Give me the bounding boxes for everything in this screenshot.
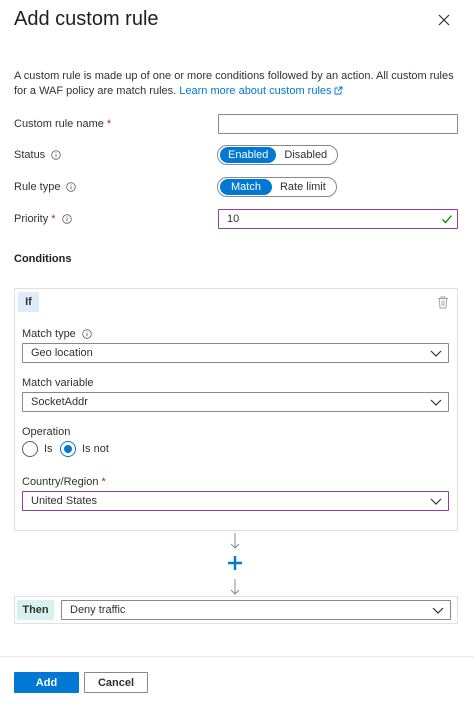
priority-label: Priority *: [14, 213, 72, 225]
match-type-dropdown[interactable]: Geo location: [22, 343, 449, 363]
add-button[interactable]: Add: [14, 672, 79, 693]
status-toggle: Enabled Disabled: [217, 145, 339, 165]
status-enabled-option[interactable]: Enabled: [220, 147, 277, 163]
operation-label: Operation: [22, 426, 70, 438]
rule-type-rate-limit-option[interactable]: Rate limit: [272, 179, 334, 195]
rule-type-label-text: Rule type: [14, 181, 61, 193]
operation-label-text: Operation: [22, 426, 71, 438]
rule-type-toggle: Match Rate limit: [217, 177, 337, 197]
operation-is-not-label: Is not: [82, 443, 109, 455]
learn-more-link[interactable]: Learn more about custom rules: [179, 85, 331, 97]
rule-type-match-option[interactable]: Match: [220, 179, 272, 195]
rule-name-input[interactable]: [218, 114, 458, 134]
status-label-text: Status: [14, 149, 46, 161]
conditions-heading: Conditions: [14, 253, 72, 265]
match-variable-label-text: Match variable: [22, 377, 94, 389]
required-mark: *: [106, 118, 112, 130]
close-icon[interactable]: [434, 10, 454, 30]
country-value: United States: [31, 495, 98, 507]
status-label: Status: [14, 149, 61, 161]
chevron-down-icon: [430, 350, 442, 357]
radio-button[interactable]: [22, 441, 38, 457]
status-disabled-option[interactable]: Disabled: [276, 147, 335, 163]
priority-label-text: Priority: [14, 213, 49, 225]
if-badge: If: [18, 292, 39, 312]
priority-input[interactable]: [218, 209, 458, 229]
panel-title: Add custom rule: [14, 8, 159, 30]
chevron-down-icon: [430, 399, 442, 406]
arrow-down-icon: [230, 579, 240, 595]
panel-description: A custom rule is made up of one or more …: [14, 69, 462, 99]
match-type-value: Geo location: [31, 347, 93, 359]
match-variable-label: Match variable: [22, 377, 94, 389]
rule-type-label: Rule type: [14, 181, 77, 193]
trash-icon[interactable]: [437, 296, 449, 309]
info-icon[interactable]: [61, 214, 72, 224]
required-mark: *: [101, 476, 106, 488]
info-icon[interactable]: [82, 329, 92, 339]
match-variable-value: SocketAddr: [31, 396, 88, 408]
checkmark-icon: [442, 215, 452, 224]
country-dropdown[interactable]: United States: [22, 491, 449, 511]
then-badge: Then: [17, 600, 54, 620]
info-icon[interactable]: [66, 182, 77, 192]
info-icon[interactable]: [51, 150, 61, 160]
radio-button-selected[interactable]: [60, 441, 76, 457]
cancel-button[interactable]: Cancel: [84, 672, 148, 693]
rule-name-label: Custom rule name *: [14, 118, 111, 130]
operation-is-radio[interactable]: Is: [22, 441, 53, 457]
country-label: Country/Region *: [22, 476, 106, 488]
chevron-down-icon: [430, 498, 442, 505]
arrow-down-icon: [230, 533, 240, 549]
required-mark: *: [51, 213, 56, 225]
match-type-label: Match type: [22, 328, 92, 340]
add-condition-icon[interactable]: [227, 555, 243, 571]
match-variable-dropdown[interactable]: SocketAddr: [22, 392, 449, 412]
country-label-text: Country/Region: [22, 476, 99, 488]
operation-is-not-radio[interactable]: Is not: [60, 441, 109, 457]
operation-is-label: Is: [44, 443, 53, 455]
footer-divider: [0, 656, 474, 657]
external-link-icon: [334, 86, 342, 95]
rule-name-label-text: Custom rule name: [14, 118, 104, 130]
chevron-down-icon: [432, 607, 444, 614]
action-dropdown[interactable]: Deny traffic: [61, 600, 451, 620]
action-value: Deny traffic: [70, 604, 126, 616]
match-type-label-text: Match type: [22, 328, 76, 340]
